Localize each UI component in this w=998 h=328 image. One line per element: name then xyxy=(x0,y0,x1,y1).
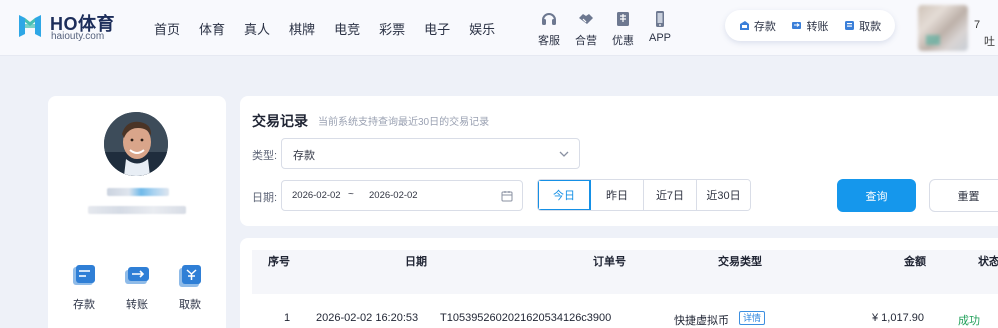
quick-date-7days[interactable]: 近7日 xyxy=(644,180,697,210)
quick-link-label: APP xyxy=(648,32,671,44)
nav-slots[interactable]: 电子 xyxy=(424,19,450,38)
quick-date-today[interactable]: 今日 xyxy=(538,180,591,210)
quick-link-app[interactable]: APP xyxy=(642,10,678,44)
quick-link-label: 合营 xyxy=(575,35,597,47)
brand-domain: haiouty.com xyxy=(51,31,105,42)
date-start[interactable]: 2026-02-02 xyxy=(292,190,341,201)
column-header-type: 交易类型 xyxy=(718,256,762,268)
row-status: 成功 xyxy=(958,315,980,327)
profile-id-masked xyxy=(88,206,186,214)
nav-lottery[interactable]: 彩票 xyxy=(379,19,405,38)
type-select-value: 存款 xyxy=(293,150,315,162)
nav-live-casino[interactable]: 真人 xyxy=(244,19,270,38)
nav-sports[interactable]: 体育 xyxy=(199,19,225,38)
row-date: 2026-02-02 16:20:53 xyxy=(316,312,419,324)
date-label: 日期: xyxy=(252,192,278,204)
user-name-fragment[interactable]: 7 xyxy=(974,19,980,31)
quick-date-30days[interactable]: 近30日 xyxy=(697,180,750,210)
wallet-deposit-button[interactable]: 存款 xyxy=(739,18,776,34)
gift-icon xyxy=(614,10,632,28)
row-detail-button[interactable]: 详情 xyxy=(739,311,766,325)
brand-logo-icon[interactable] xyxy=(16,11,44,41)
transaction-filter-card: 交易记录 当前系统支持查询最近30日的交易记录 类型: 存款 日期: 2026-… xyxy=(240,96,998,226)
column-header-amount: 金额 xyxy=(904,256,926,268)
transfer-card-icon xyxy=(125,267,149,284)
top-header: HO体育 haiouty.com 首页 体育 真人 棋牌 电竞 彩票 电子 娱乐… xyxy=(0,0,998,56)
wallet-transfer-button[interactable]: 转账 xyxy=(791,18,828,34)
headset-icon xyxy=(540,10,558,28)
main-nav: 首页 体育 真人 棋牌 电竞 彩票 电子 娱乐 xyxy=(154,19,495,38)
column-header-index: 序号 xyxy=(268,256,290,268)
deposit-icon xyxy=(739,21,749,30)
user-sub-fragment: 吐 xyxy=(984,36,995,48)
deposit-card-icon xyxy=(73,265,95,285)
date-separator: ~ xyxy=(348,189,354,200)
quick-link-promotions[interactable]: 优惠 xyxy=(605,10,641,48)
query-button[interactable]: 查询 xyxy=(837,179,916,212)
column-header-order-no: 订单号 xyxy=(593,256,626,268)
quick-link-support[interactable]: 客服 xyxy=(531,10,567,48)
profile-transfer-label: 转账 xyxy=(126,299,148,311)
row-order-no[interactable]: T1053952602021620534126c3900 xyxy=(440,312,611,324)
transaction-table-card: 序号 日期 订单号 交易类型 金额 状态 1 2026-02-02 16:20:… xyxy=(240,238,998,328)
reset-button[interactable]: 重置 xyxy=(929,179,998,212)
type-label: 类型: xyxy=(252,150,278,162)
date-end[interactable]: 2026-02-02 xyxy=(369,190,418,201)
wallet-bar: 存款 转账 取款 xyxy=(725,10,895,41)
withdraw-card-icon xyxy=(179,265,201,287)
wallet-deposit-label: 存款 xyxy=(753,20,776,33)
type-select[interactable]: 存款 xyxy=(281,138,580,169)
row-type: 快捷虚拟币 xyxy=(674,315,729,327)
transfer-icon xyxy=(792,22,802,29)
quick-date-group: 今日 昨日 近7日 近30日 xyxy=(537,179,751,211)
avatar[interactable] xyxy=(104,112,168,176)
profile-card: 存款 转账 取款 xyxy=(48,96,226,328)
quick-link-label: 客服 xyxy=(538,35,560,47)
chevron-down-icon xyxy=(559,151,569,157)
page-title: 交易记录 xyxy=(252,113,308,129)
profile-withdraw-label: 取款 xyxy=(179,299,201,311)
profile-withdraw-button[interactable]: 取款 xyxy=(168,262,212,312)
profile-deposit-label: 存款 xyxy=(73,299,95,311)
user-avatar[interactable] xyxy=(918,5,968,51)
query-range-note: 当前系统支持查询最近30日的交易记录 xyxy=(318,117,490,128)
calendar-icon xyxy=(501,191,513,202)
wallet-transfer-label: 转账 xyxy=(806,20,829,33)
date-range-picker[interactable]: 2026-02-02 ~ 2026-02-02 xyxy=(281,180,523,211)
quick-date-yesterday[interactable]: 昨日 xyxy=(591,180,644,210)
profile-name-masked xyxy=(107,188,169,196)
row-index: 1 xyxy=(284,312,291,324)
column-header-date: 日期 xyxy=(405,256,427,268)
nav-entertainment[interactable]: 娱乐 xyxy=(469,19,495,38)
nav-cards[interactable]: 棋牌 xyxy=(289,19,315,38)
row-amount: ¥ 1,017.90 xyxy=(872,312,924,324)
handshake-icon xyxy=(577,10,595,28)
withdraw-icon xyxy=(845,21,855,30)
profile-actions: 存款 转账 取款 xyxy=(62,262,212,312)
quick-link-partner[interactable]: 合营 xyxy=(568,10,604,48)
quick-link-label: 优惠 xyxy=(612,35,634,47)
nav-home[interactable]: 首页 xyxy=(154,19,180,38)
wallet-withdraw-button[interactable]: 取款 xyxy=(844,18,881,34)
phone-icon xyxy=(651,10,669,28)
profile-transfer-button[interactable]: 转账 xyxy=(115,262,159,312)
profile-deposit-button[interactable]: 存款 xyxy=(62,262,106,312)
column-header-status: 状态 xyxy=(978,256,998,268)
nav-esports[interactable]: 电竞 xyxy=(334,19,360,38)
wallet-withdraw-label: 取款 xyxy=(859,20,882,33)
